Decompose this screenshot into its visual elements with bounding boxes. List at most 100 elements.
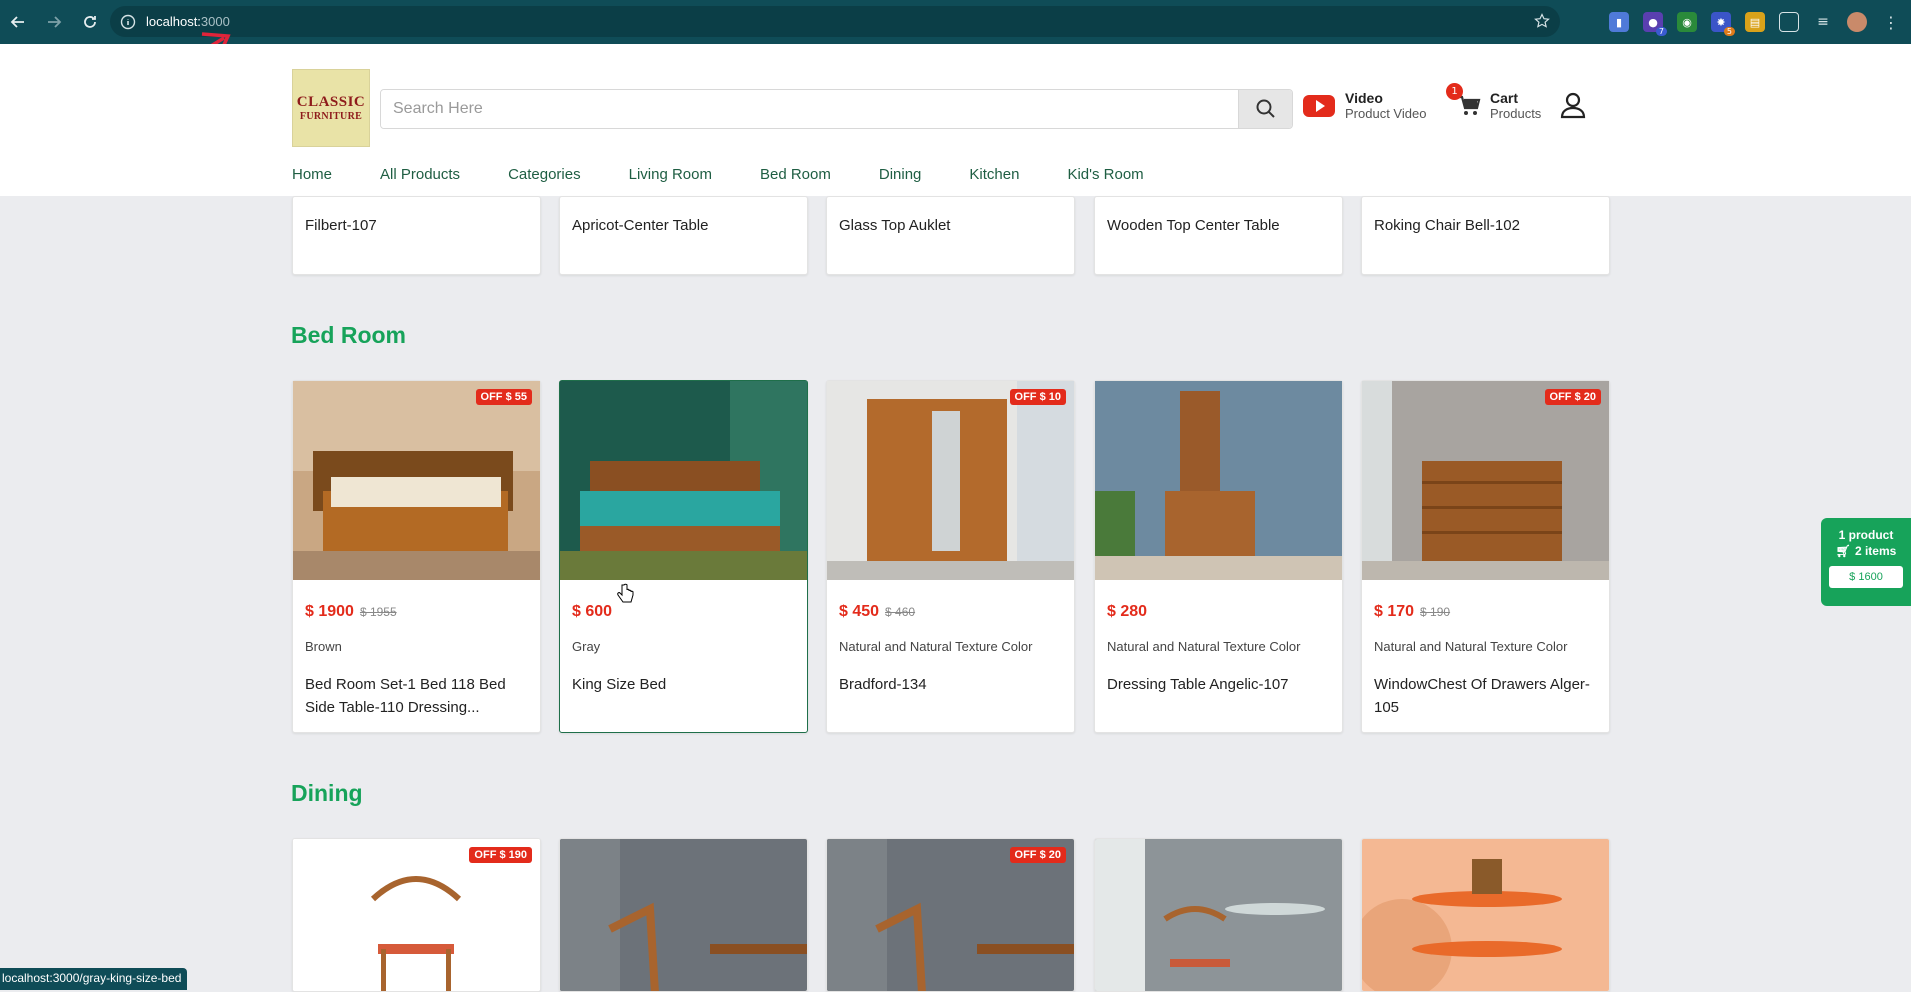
product-card[interactable]: $ 280 Natural and Natural Texture Color … [1094, 380, 1343, 733]
status-bar-url: localhost:3000/gray-king-size-bed [0, 968, 188, 990]
product-color: Gray [572, 639, 601, 654]
product-color: Brown [305, 639, 342, 654]
extension-blue-icon[interactable]: ✸ 5 [1711, 12, 1735, 36]
product-name: Dressing Table Angelic-107 [1107, 676, 1289, 693]
menu-kebab-icon[interactable]: ⋮ [1881, 12, 1901, 32]
search-bar [380, 89, 1293, 129]
nav-all-products[interactable]: All Products [380, 166, 460, 183]
product-name: Filbert-107 [305, 217, 377, 234]
cart-item-count: 2 items [1854, 544, 1897, 558]
product-card[interactable]: Glass Top Auklet [826, 196, 1075, 275]
product-image [1095, 381, 1342, 580]
product-image [560, 381, 807, 580]
section-title-dining: Dining [291, 780, 363, 806]
product-image: OFF $ 190 [293, 839, 540, 991]
nav-categories[interactable]: Categories [508, 166, 581, 183]
floating-cart-summary[interactable]: 1 product 🛒︎ 2 items $ 1600 [1821, 518, 1911, 606]
discount-badge: OFF $ 20 [1009, 847, 1066, 863]
extension-purple-icon[interactable]: ● 7 [1643, 12, 1667, 36]
nav-kids-room[interactable]: Kid's Room [1067, 166, 1143, 183]
product-name: Wooden Top Center Table [1107, 217, 1280, 234]
site-logo[interactable]: CLASSIC FURNITURE [292, 69, 370, 147]
product-name: Bed Room Set-1 Bed 118 Bed Side Table-11… [305, 676, 506, 716]
cart-count-badge: 1 [1446, 82, 1463, 100]
product-name: Roking Chair Bell-102 [1374, 217, 1520, 234]
product-name: Bradford-134 [839, 676, 927, 693]
cart-title: Cart [1490, 90, 1519, 106]
product-old-price: $ 1955 [359, 605, 397, 619]
product-card[interactable]: OFF $ 190 [292, 838, 541, 992]
hand-cursor-icon [617, 583, 634, 603]
nav-bed-room[interactable]: Bed Room [760, 166, 831, 183]
product-name: Apricot-Center Table [572, 217, 709, 234]
site-info-icon[interactable] [120, 14, 136, 30]
product-card[interactable]: OFF $ 20 [826, 838, 1075, 992]
product-image: OFF $ 20 [1362, 381, 1609, 580]
product-card[interactable] [1094, 838, 1343, 992]
product-price: $ 170 [1374, 603, 1415, 620]
nav-living-room[interactable]: Living Room [629, 166, 712, 183]
product-color: Natural and Natural Texture Color [1107, 639, 1301, 654]
product-image: OFF $ 55 [293, 381, 540, 580]
product-card[interactable]: OFF $ 10 $ 450 $ 460 Natural and Natural… [826, 380, 1075, 733]
cart-mini-icon: 🛒︎ [1835, 544, 1851, 558]
video-link[interactable]: Video Product Video [1303, 90, 1426, 121]
product-image [560, 839, 807, 991]
nav-dining[interactable]: Dining [879, 166, 922, 183]
extension-doc-icon[interactable]: ▮ [1609, 12, 1629, 32]
product-name: King Size Bed [572, 676, 667, 693]
product-card[interactable]: Filbert-107 [292, 196, 541, 275]
video-title: Video [1345, 90, 1383, 106]
main-nav: Home All Products Categories Living Room… [292, 166, 1192, 183]
product-card[interactable]: OFF $ 55 $ 1900 $ 1955 Brown Bed Room Se… [292, 380, 541, 733]
product-image: OFF $ 10 [827, 381, 1074, 580]
url-text: localhost:3000 [146, 14, 230, 29]
product-card[interactable] [1361, 838, 1610, 992]
user-account-icon[interactable] [1558, 90, 1588, 120]
discount-badge: OFF $ 20 [1544, 389, 1601, 405]
discount-badge: OFF $ 190 [469, 847, 532, 863]
product-name: WindowChest Of Drawers Alger-105 [1374, 676, 1590, 716]
product-image [1362, 839, 1609, 991]
search-input[interactable] [381, 90, 1238, 128]
product-color: Natural and Natural Texture Color [839, 639, 1033, 654]
address-bar[interactable]: localhost:3000 [110, 6, 1560, 37]
product-card[interactable]: Apricot-Center Table [559, 196, 808, 275]
search-button[interactable] [1238, 90, 1292, 128]
discount-badge: OFF $ 55 [475, 389, 532, 405]
product-price: $ 280 [1107, 603, 1148, 620]
search-icon [1256, 99, 1275, 118]
site-header: CLASSIC FURNITURE Video Product Video 1 … [0, 44, 1911, 196]
profile-avatar[interactable] [1847, 12, 1867, 32]
product-card[interactable]: Roking Chair Bell-102 [1361, 196, 1610, 275]
product-old-price: $ 460 [885, 605, 916, 619]
product-image: OFF $ 20 [827, 839, 1074, 991]
product-card[interactable]: $ 600 Gray King Size Bed [559, 380, 808, 733]
product-price: $ 450 [839, 603, 880, 620]
cart-total: $ 1600 [1829, 566, 1903, 588]
product-image [1095, 839, 1342, 991]
product-color: Natural and Natural Texture Color [1374, 639, 1568, 654]
browser-toolbar: localhost:3000 ▮ ● 7 ◉ ✸ 5 ▤ ≡ ⋮ [0, 0, 1911, 44]
product-price: $ 1900 [305, 603, 354, 620]
cart-subtitle: Products [1490, 106, 1542, 121]
product-price: $ 600 [572, 603, 613, 620]
cart-link[interactable]: 1 Cart Products [1446, 82, 1542, 121]
bookmark-star-icon[interactable] [1534, 13, 1550, 29]
product-old-price: $ 190 [1420, 605, 1451, 619]
extension-yellow-icon[interactable]: ▤ [1745, 12, 1765, 32]
discount-badge: OFF $ 10 [1009, 389, 1066, 405]
product-card[interactable]: OFF $ 20 $ 170 $ 190 Natural and Natural… [1361, 380, 1610, 733]
nav-kitchen[interactable]: Kitchen [969, 166, 1019, 183]
reading-list-icon[interactable]: ≡ [1813, 12, 1833, 32]
nav-home[interactable]: Home [292, 166, 332, 183]
extension-eye-icon[interactable]: ◉ [1677, 12, 1697, 32]
extensions-puzzle-icon[interactable] [1779, 12, 1799, 32]
extensions-bar: ▮ ● 7 ◉ ✸ 5 ▤ ≡ ⋮ [1609, 0, 1901, 44]
product-card[interactable]: Wooden Top Center Table [1094, 196, 1343, 275]
back-icon[interactable] [0, 4, 36, 40]
product-name: Glass Top Auklet [839, 217, 951, 234]
youtube-icon [1303, 94, 1335, 117]
video-subtitle: Product Video [1345, 106, 1427, 121]
product-card[interactable] [559, 838, 808, 992]
